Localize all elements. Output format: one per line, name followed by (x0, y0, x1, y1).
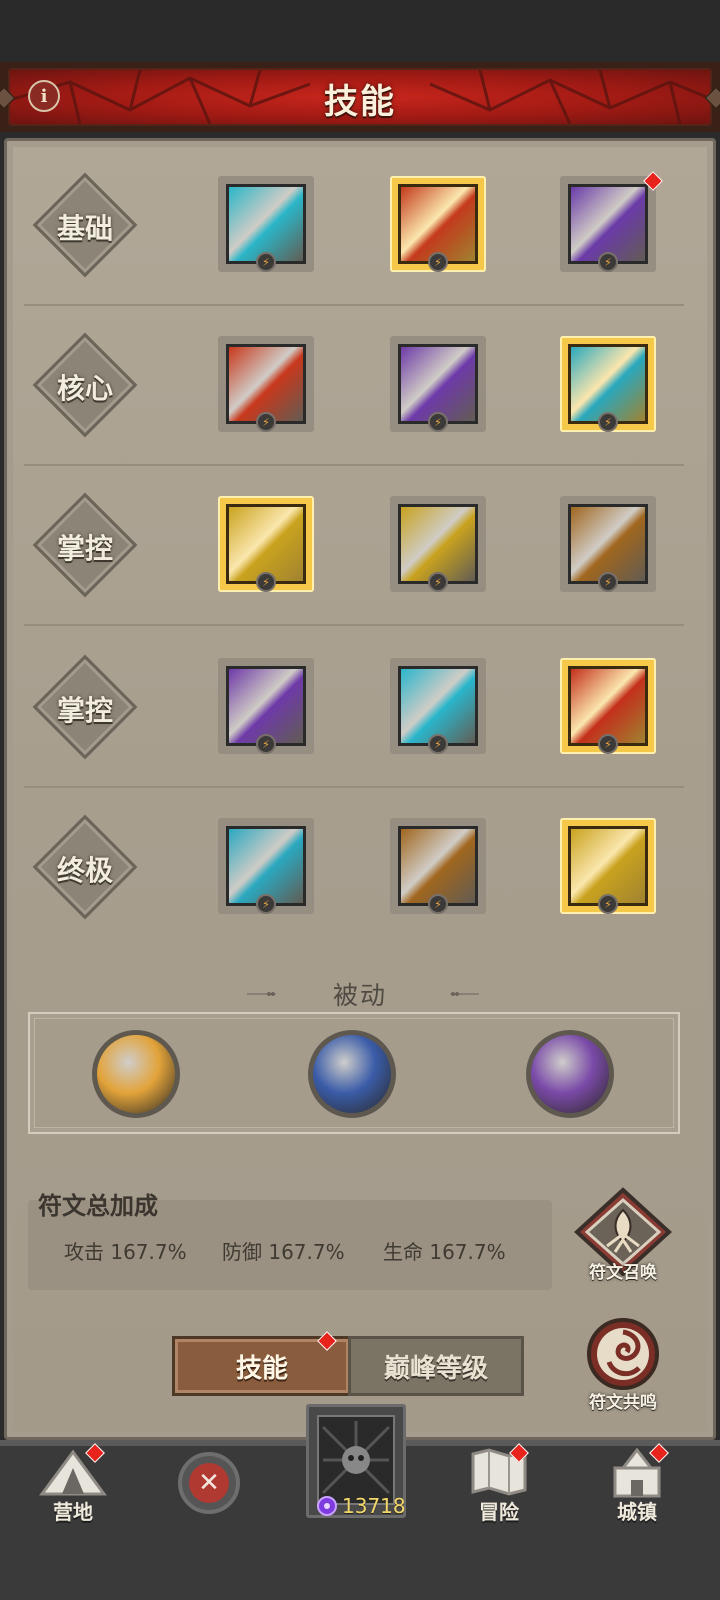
passive-skill-slot[interactable] (526, 1030, 614, 1118)
row-label: 掌控 (56, 532, 113, 565)
skill-slot[interactable]: ⚡ (390, 658, 486, 754)
rune-socket-badge: ⚡ (598, 412, 618, 432)
skill-slot[interactable]: ⚡ (560, 658, 656, 754)
rune-socket-badge: ⚡ (428, 572, 448, 592)
row-label: 基础 (56, 212, 113, 245)
skill-slot[interactable]: ⚡ (560, 176, 656, 272)
skill-slot[interactable]: ⚡ (560, 336, 656, 432)
row-separator (24, 786, 684, 788)
nav-adventure[interactable]: 冒险 (444, 1448, 554, 1525)
rune-socket-badge: ⚡ (428, 252, 448, 272)
nav-town-label: 城镇 (617, 1500, 657, 1524)
row-separator (24, 464, 684, 466)
rune-stat-defense: 防御 167.7% (222, 1240, 345, 1264)
rune-socket-badge: ⚡ (598, 894, 618, 914)
row-label: 核心 (56, 372, 113, 405)
row-label: 掌控 (56, 694, 113, 727)
spirit-portrait-frame (317, 1415, 395, 1505)
rune-socket-badge: ⚡ (256, 412, 276, 432)
blue-leaf-orb-icon (313, 1035, 391, 1113)
rune-socket-badge: ⚡ (598, 252, 618, 272)
spiked-skull-icon (321, 1421, 391, 1495)
rune-stat-attack: 攻击 167.7% (64, 1240, 187, 1264)
rune-summon-button[interactable]: 符文召唤 (568, 1186, 678, 1283)
row-separator (24, 624, 684, 626)
skill-slot[interactable]: ⚡ (390, 336, 486, 432)
nav-camp[interactable]: 营地 (18, 1448, 128, 1525)
nav-close-button[interactable]: ✕ (178, 1452, 240, 1514)
rune-socket-badge: ⚡ (428, 412, 448, 432)
golden-rune-orb-icon (97, 1035, 175, 1113)
tab-skills-label: 技能 (235, 1353, 288, 1384)
rune-socket-badge: ⚡ (256, 252, 276, 272)
gem-counter: 13718 (316, 1494, 426, 1518)
skill-slot[interactable]: ⚡ (390, 176, 486, 272)
page-title: 技能 (324, 82, 396, 122)
tab-peak-level-label: 巅峰等级 (383, 1353, 488, 1384)
rune-resonance-button[interactable]: 符文共鸣 (568, 1316, 678, 1413)
passive-skill-slot[interactable] (92, 1030, 180, 1118)
rune-bonus-title: 符文总加成 (38, 1192, 158, 1220)
nav-camp-label: 营地 (53, 1500, 93, 1524)
gem-count-value: 13718 (342, 1494, 406, 1518)
rune-socket-badge: ⚡ (428, 894, 448, 914)
skill-slot[interactable]: ⚡ (218, 818, 314, 914)
skill-slot[interactable]: ⚡ (560, 818, 656, 914)
skill-slot[interactable]: ⚡ (218, 336, 314, 432)
skill-slot[interactable]: ⚡ (390, 818, 486, 914)
purple-gem-icon (317, 1496, 337, 1516)
passive-title: 被动 (332, 981, 387, 1010)
rune-socket-badge: ⚡ (598, 734, 618, 754)
row-label: 终极 (56, 854, 113, 887)
skill-slot[interactable]: ⚡ (390, 496, 486, 592)
hooded-shadow-orb-icon (531, 1035, 609, 1113)
rune-socket-badge: ⚡ (256, 894, 276, 914)
passive-right-ornament (450, 992, 479, 996)
rune-socket-badge: ⚡ (256, 572, 276, 592)
skill-slot[interactable]: ⚡ (218, 176, 314, 272)
skill-slot[interactable]: ⚡ (218, 658, 314, 754)
status-bar-area (0, 0, 720, 64)
tab-peak-level[interactable]: 巅峰等级 (348, 1336, 524, 1396)
rune-socket-badge: ⚡ (598, 572, 618, 592)
skill-slot[interactable]: ⚡ (218, 496, 314, 592)
passive-skill-slot[interactable] (308, 1030, 396, 1118)
skill-slot[interactable]: ⚡ (560, 496, 656, 592)
close-icon: ✕ (189, 1463, 229, 1503)
nav-town[interactable]: 城镇 (582, 1447, 692, 1525)
row-separator (24, 304, 684, 306)
nav-adventure-label: 冒险 (479, 1500, 519, 1524)
rune-stat-health: 生命 167.7% (383, 1240, 506, 1264)
rune-socket-badge: ⚡ (256, 734, 276, 754)
rune-resonance-icon (587, 1318, 659, 1390)
rune-socket-badge: ⚡ (428, 734, 448, 754)
